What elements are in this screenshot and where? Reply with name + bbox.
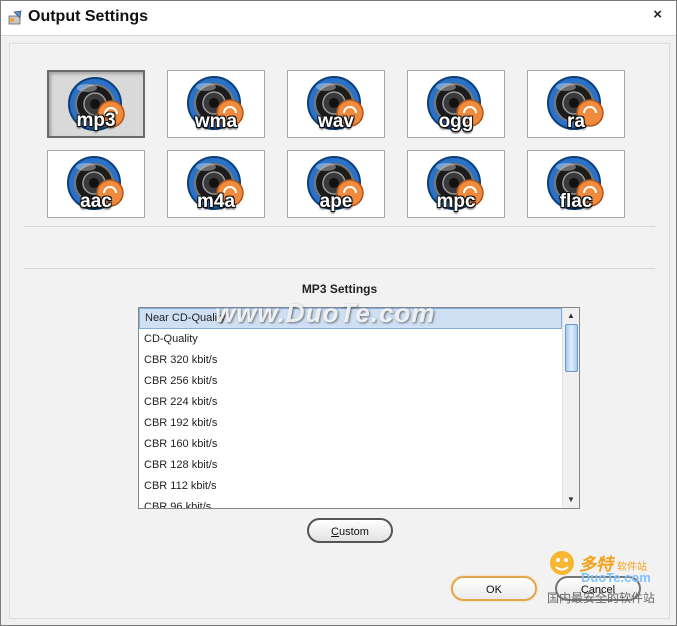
format-button-mpc[interactable]: mpc — [407, 150, 505, 218]
format-button-wma[interactable]: wma — [167, 70, 265, 138]
custom-label: ustom — [338, 526, 369, 538]
format-label: m4a — [196, 191, 236, 212]
dialog-title: Output Settings — [28, 8, 148, 25]
format-label: flac — [559, 191, 593, 212]
custom-button[interactable]: Custom — [307, 518, 393, 543]
divider — [24, 268, 655, 269]
format-label: ape — [319, 191, 353, 212]
ok-button[interactable]: OK — [451, 576, 537, 601]
list-item[interactable]: CBR 256 kbit/s — [139, 371, 562, 392]
list-item[interactable]: CBR 112 kbit/s — [139, 476, 562, 497]
cancel-button[interactable]: Cancel — [555, 576, 641, 601]
list-item[interactable]: CBR 128 kbit/s — [139, 455, 562, 476]
divider — [24, 226, 655, 227]
list-item[interactable]: CBR 160 kbit/s — [139, 434, 562, 455]
list-item[interactable]: CBR 320 kbit/s — [139, 350, 562, 371]
format-button-flac[interactable]: flac — [527, 150, 625, 218]
settings-title: MP3 Settings — [301, 282, 378, 296]
format-button-mp3[interactable]: mp3 — [47, 70, 145, 138]
format-label: aac — [80, 191, 112, 212]
output-settings-dialog: Output Settings × mp3 wma wav ogg ra aac m4a ap… — [0, 0, 677, 626]
format-button-ogg[interactable]: ogg — [407, 70, 505, 138]
format-button-wav[interactable]: wav — [287, 70, 385, 138]
custom-mnemonic: C — [331, 526, 339, 538]
list-item[interactable]: CD-Quality — [139, 329, 562, 350]
format-label: mpc — [436, 191, 476, 212]
list-item[interactable]: CBR 224 kbit/s — [139, 392, 562, 413]
scroll-up-arrow-icon[interactable]: ▲ — [563, 308, 579, 324]
format-label: wma — [194, 111, 238, 132]
app-icon — [8, 10, 22, 25]
list-item[interactable]: CBR 96 kbit/s — [139, 497, 562, 508]
format-grid: mp3 wma wav ogg ra aac m4a ape mpc flac — [47, 70, 647, 230]
title-bar: Output Settings × — [1, 1, 676, 36]
format-label: ogg — [438, 111, 474, 132]
format-button-ape[interactable]: ape — [287, 150, 385, 218]
scroll-down-arrow-icon[interactable]: ▼ — [563, 492, 579, 508]
quality-list-items: Near CD-Quality CD-Quality CBR 320 kbit/s C… — [139, 308, 562, 508]
format-button-aac[interactable]: aac — [47, 150, 145, 218]
format-label: ra — [567, 111, 585, 132]
close-button[interactable]: × — [653, 6, 662, 23]
format-label: wav — [318, 111, 354, 132]
format-button-m4a[interactable]: m4a — [167, 150, 265, 218]
quality-listbox[interactable]: Near CD-Quality CD-Quality CBR 320 kbit/s C… — [138, 307, 580, 509]
scrollbar-thumb[interactable] — [565, 324, 578, 372]
format-label: mp3 — [76, 110, 116, 131]
format-button-ra[interactable]: ra — [527, 70, 625, 138]
vertical-scrollbar[interactable]: ▲ ▼ — [562, 308, 579, 508]
list-item[interactable]: Near CD-Quality — [139, 308, 562, 329]
list-item[interactable]: CBR 192 kbit/s — [139, 413, 562, 434]
content-panel: mp3 wma wav ogg ra aac m4a ape mpc flac MP3 Setti… — [9, 43, 670, 619]
